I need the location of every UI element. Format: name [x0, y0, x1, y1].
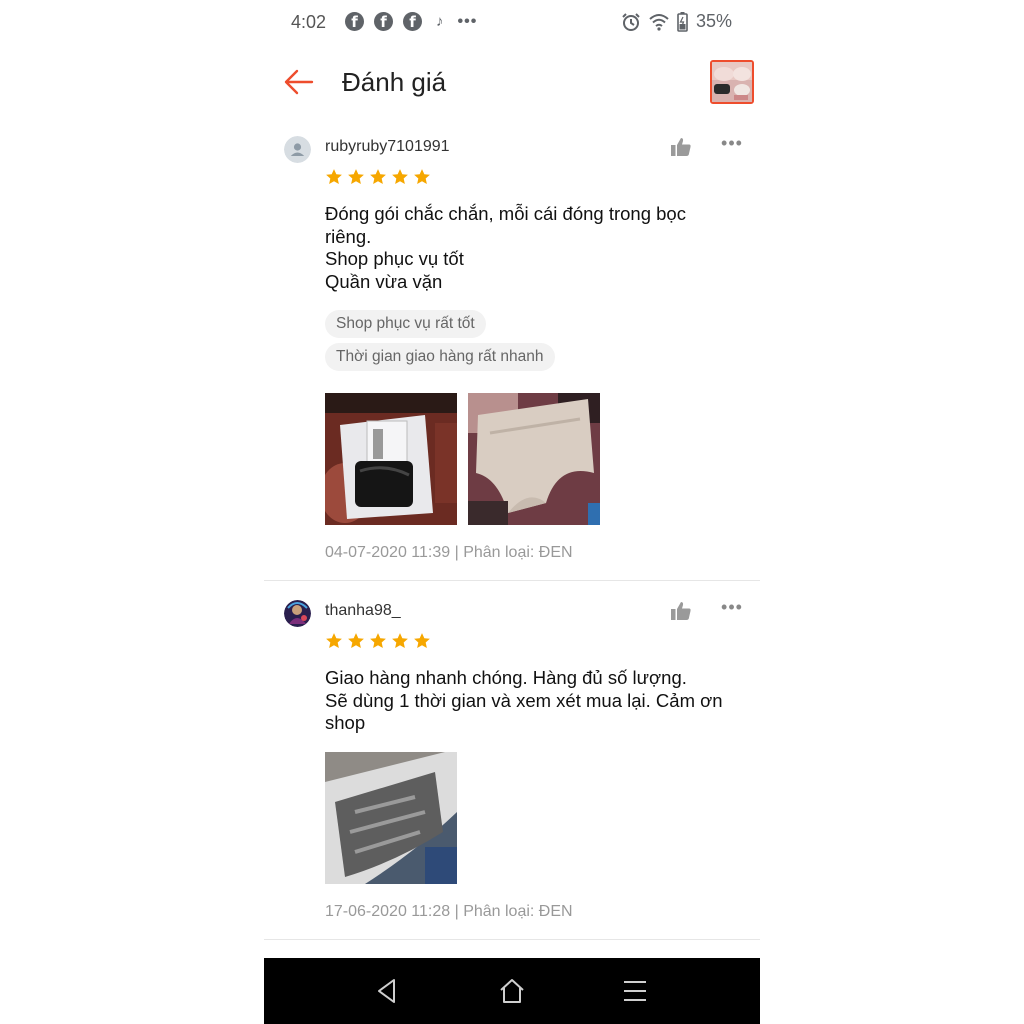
- review-username[interactable]: thanha98_: [325, 602, 401, 620]
- wifi-icon: [649, 13, 669, 31]
- facebook-icon: f: [345, 12, 364, 31]
- star-icon: [370, 633, 386, 648]
- thumbs-up-icon[interactable]: [670, 136, 692, 158]
- review-text: Đóng gói chắc chắn, mỗi cái đóng trong b…: [325, 203, 745, 293]
- review-date-variant: 04-07-2020 11:39 | Phân loại: ĐEN: [325, 544, 573, 561]
- nav-menu-icon[interactable]: [620, 976, 650, 1006]
- rating-stars: [325, 168, 431, 186]
- rating-stars: [325, 632, 431, 650]
- review-text-line: Sẽ dùng 1 thời gian và xem xét mua lại. …: [325, 689, 723, 711]
- review-text: Giao hàng nhanh chóng. Hàng đủ số lượng.…: [325, 667, 745, 735]
- star-icon: [370, 169, 386, 184]
- avatar[interactable]: [284, 136, 311, 163]
- review-item: thanha98_ ••• Giao hàng nhanh chóng. Hàn…: [264, 598, 760, 938]
- review-text-line: Đóng gói chắc chắn, mỗi cái đóng trong b…: [325, 203, 686, 224]
- system-icons: 35%: [621, 11, 732, 32]
- review-photo[interactable]: [325, 752, 457, 884]
- star-icon: [392, 633, 408, 648]
- star-icon: [392, 169, 408, 184]
- avatar[interactable]: [284, 600, 311, 627]
- battery-icon: [677, 11, 688, 32]
- navigation-bar: [264, 958, 760, 1024]
- back-arrow-icon[interactable]: [282, 68, 314, 96]
- alarm-icon: [622, 12, 640, 31]
- more-options-icon[interactable]: •••: [720, 134, 744, 156]
- review-photo[interactable]: [468, 393, 600, 525]
- facebook-icon: f: [403, 12, 422, 31]
- facebook-icon: f: [374, 12, 393, 31]
- review-text-line: Giao hàng nhanh chóng. Hàng đủ số lượng.: [325, 667, 687, 688]
- review-tag: Shop phục vụ rất tốt: [325, 310, 486, 338]
- star-icon: [348, 169, 364, 184]
- divider: [264, 939, 760, 940]
- star-icon: [326, 633, 342, 648]
- tiktok-icon: ♪: [436, 13, 444, 30]
- review-text-line: shop: [325, 712, 366, 733]
- more-options-icon[interactable]: •••: [720, 598, 744, 620]
- review-text-line: Quần vừa vặn: [325, 270, 443, 292]
- star-icon: [326, 169, 342, 184]
- status-bar: 4:02 f f f ♪ ••• 35%: [264, 0, 760, 44]
- more-dots-icon: •••: [457, 12, 478, 30]
- nav-home-icon[interactable]: [497, 976, 527, 1006]
- star-icon: [414, 633, 430, 648]
- nav-back-icon[interactable]: [372, 976, 402, 1006]
- review-username[interactable]: rubyruby7101991: [325, 138, 450, 156]
- status-time: 4:02: [291, 12, 327, 32]
- page-title: Đánh giá: [342, 67, 447, 97]
- review-date-variant: 17-06-2020 11:28 | Phân loại: ĐEN: [325, 903, 573, 920]
- star-icon: [414, 169, 430, 184]
- review-text-line: Shop phục vụ tốt: [325, 248, 464, 269]
- star-icon: [348, 633, 364, 648]
- thumbs-up-icon[interactable]: [670, 600, 692, 622]
- battery-percentage: 35%: [695, 11, 732, 31]
- review-photo[interactable]: [325, 393, 457, 525]
- phone-screen: 4:02 f f f ♪ ••• 35% Đánh giá rubyruby71…: [264, 0, 760, 1024]
- notification-icons: f f f ♪ •••: [345, 12, 477, 31]
- app-header: Đánh giá: [264, 52, 760, 112]
- review-text-line: riêng.: [325, 225, 372, 247]
- product-thumbnail[interactable]: [710, 60, 754, 104]
- review-item: rubyruby7101991 ••• Đóng gói chắc chắn, …: [264, 134, 760, 580]
- divider: [264, 580, 760, 581]
- review-tag: Thời gian giao hàng rất nhanh: [325, 343, 555, 371]
